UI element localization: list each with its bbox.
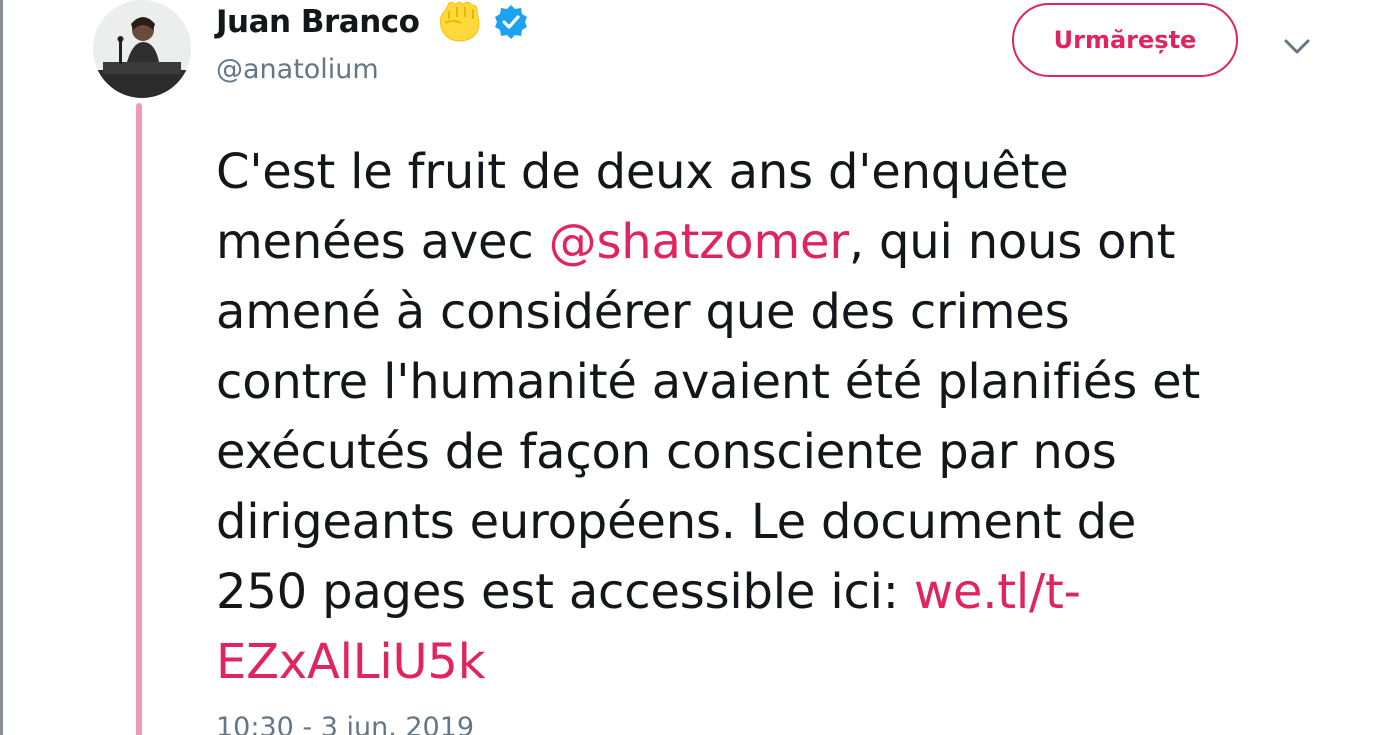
- tweet-text-segment: , qui nous ont: [848, 214, 1176, 270]
- tweet-text: C'est le fruit de deux ans d'enquête men…: [216, 137, 1336, 697]
- tweet-line: exécutés de façon consciente par nos: [216, 417, 1336, 487]
- tweet-line: contre l'humanité avaient été planifiés …: [216, 347, 1336, 417]
- tweet-text-segment: C'est le fruit de deux ans d'enquête: [216, 144, 1069, 200]
- tweet-line: 250 pages est accessible ici: we.tl/t-: [216, 557, 1336, 627]
- follow-button[interactable]: Urmărește: [1012, 3, 1238, 77]
- avatar[interactable]: [93, 0, 191, 98]
- raised-fist-icon: [435, 1, 483, 43]
- tweet-text-segment: amené à considérer que des crimes: [216, 284, 1070, 340]
- tweet-text-segment: dirigeants européens. Le document de: [216, 494, 1137, 550]
- tweet-text-segment: exécutés de façon consciente par nos: [216, 424, 1117, 480]
- window-border: [0, 0, 3, 735]
- mention-link[interactable]: @shatzomer: [549, 214, 849, 270]
- tweet-line: C'est le fruit de deux ans d'enquête: [216, 137, 1336, 207]
- tweet-text-segment: contre l'humanité avaient été planifiés …: [216, 354, 1201, 410]
- verified-badge-icon: [493, 4, 529, 40]
- thread-line: [136, 103, 142, 735]
- display-name[interactable]: Juan Branco: [216, 4, 420, 40]
- url-link-continued[interactable]: EZxAlLiU5k: [216, 634, 486, 690]
- avatar-image: [93, 0, 191, 98]
- tweet-text-segment: 250 pages est accessible ici:: [216, 564, 914, 620]
- url-link[interactable]: we.tl/t-: [914, 564, 1081, 620]
- name-row: Juan Branco: [216, 0, 529, 44]
- tweet-line: menées avec @shatzomer, qui nous ont: [216, 207, 1336, 277]
- tweet-line: dirigeants européens. Le document de: [216, 487, 1336, 557]
- tweet-timestamp[interactable]: 10:30 - 3 iun. 2019: [216, 712, 474, 735]
- tweet-card: Juan Branco @anatolium Urmărește C'est l…: [0, 0, 1400, 735]
- chevron-down-icon[interactable]: [1282, 36, 1312, 58]
- tweet-line: amené à considérer que des crimes: [216, 277, 1336, 347]
- user-handle[interactable]: @anatolium: [216, 54, 379, 85]
- tweet-line: EZxAlLiU5k: [216, 627, 1336, 697]
- tweet-text-segment: menées avec: [216, 214, 549, 270]
